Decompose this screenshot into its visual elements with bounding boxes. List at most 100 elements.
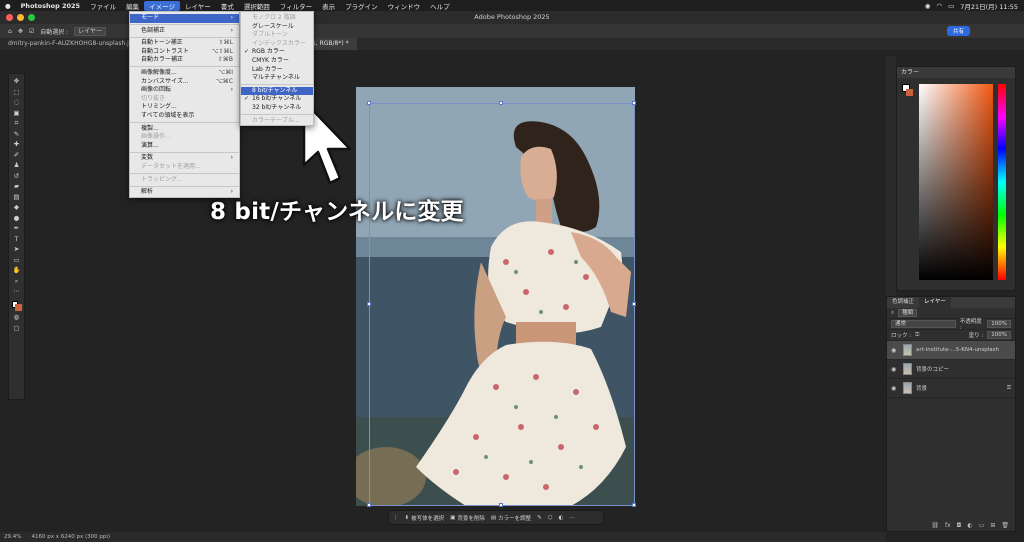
folder-icon[interactable]: ▭ xyxy=(979,522,985,529)
blend-mode-dropdown[interactable]: 通常 xyxy=(891,320,956,328)
fx-icon[interactable]: fx xyxy=(945,522,951,529)
transform-handle-bottom-left[interactable] xyxy=(367,503,371,507)
fill-field[interactable]: 100% xyxy=(987,331,1011,339)
mode-menu-item[interactable]: マルチチャンネル xyxy=(241,74,313,83)
transform-handle-bottom-right[interactable] xyxy=(632,503,636,507)
tab-adjustments[interactable]: 色調補正 xyxy=(887,297,919,308)
record-icon[interactable]: ◉ xyxy=(925,2,931,10)
tab-layers[interactable]: レイヤー xyxy=(919,297,951,308)
layer-filter-dropdown[interactable]: 種類 xyxy=(898,309,918,317)
type-tool-icon[interactable]: T xyxy=(12,235,22,244)
home-icon[interactable]: ⌂ xyxy=(8,28,12,35)
zoom-window-button[interactable] xyxy=(28,14,35,21)
image-menu-item[interactable]: 色調補正 › xyxy=(130,27,239,36)
transform-handle-top-left[interactable] xyxy=(367,101,371,105)
image-menu-item[interactable]: 演算... xyxy=(130,142,239,151)
eyedropper-icon[interactable]: ✎ xyxy=(12,130,22,139)
layer-row-background[interactable]: ◉ 背景 ⚿ xyxy=(887,379,1015,398)
mode-menu-item[interactable]: ✓ 16 bit/チャンネル xyxy=(241,95,313,104)
move-tool-icon[interactable]: ✥ xyxy=(12,77,22,86)
lasso-tool-icon[interactable]: ◌ xyxy=(12,98,22,107)
stamp-tool-icon[interactable]: ♟ xyxy=(12,161,22,170)
screen-mode-icon[interactable]: ▢ xyxy=(12,324,22,333)
menu-select[interactable]: 選択範囲 xyxy=(239,1,275,11)
mask-icon[interactable]: ◘ xyxy=(957,522,962,529)
menu-view[interactable]: 表示 xyxy=(317,1,340,11)
image-menu-item[interactable]: カンバスサイズ... ⌥⌘C xyxy=(130,78,239,87)
hue-slider[interactable] xyxy=(998,84,1006,280)
transform-handle-left[interactable] xyxy=(367,302,371,306)
transform-bounding-box[interactable] xyxy=(369,103,635,506)
image-menu-item[interactable]: 自動カラー補正 ⇧⌘B xyxy=(130,56,239,65)
marquee-tool-icon[interactable]: ⬚ xyxy=(12,88,22,97)
brush-tool-icon[interactable]: ✐ xyxy=(12,151,22,160)
mode-menu-item[interactable]: 32 bit/チャンネル xyxy=(241,104,313,113)
wifi-icon[interactable]: ◠ xyxy=(936,2,942,10)
transform-handle-top-right[interactable] xyxy=(632,101,636,105)
close-window-button[interactable] xyxy=(6,14,13,21)
tab-unsplash-jpg[interactable]: dmitry-pankin-F-AUZKHOHG8-unsplash.jpg xyxy=(0,38,144,50)
brush-icon[interactable]: ✎ xyxy=(537,515,542,521)
blur-tool-icon[interactable]: ◆ xyxy=(12,203,22,212)
more-icon[interactable]: ⋯ xyxy=(569,515,575,521)
transform-handle-bottom[interactable] xyxy=(499,503,503,507)
auto-select-dropdown[interactable]: レイヤー xyxy=(74,26,106,36)
quick-mask-icon[interactable]: ◍ xyxy=(12,313,22,322)
image-menu-item[interactable]: モード › xyxy=(130,14,239,23)
eye-icon[interactable]: ◉ xyxy=(891,366,899,373)
menu-help[interactable]: ヘルプ xyxy=(425,1,455,11)
mode-menu-item[interactable]: 8 bit/チャンネル xyxy=(241,86,313,96)
lock-icon[interactable]: ⚿ xyxy=(915,332,919,339)
image-menu-item[interactable]: 画像解像度... ⌥⌘I xyxy=(130,69,239,78)
color-swatch-icon[interactable] xyxy=(11,298,22,312)
half-circle-icon[interactable]: ◐ xyxy=(558,515,563,521)
new-layer-icon[interactable]: ⊞ xyxy=(990,522,995,529)
move-tool-icon[interactable]: ✥ xyxy=(18,28,23,35)
image-menu-item[interactable]: トリミング... xyxy=(130,103,239,112)
hand-tool-icon[interactable]: ✋ xyxy=(12,266,22,275)
menu-plugins[interactable]: プラグイン xyxy=(340,1,383,11)
menu-filter[interactable]: フィルター xyxy=(275,1,317,11)
adjustment-icon[interactable]: ◐ xyxy=(967,522,972,529)
mode-menu-item[interactable]: CMYK カラー xyxy=(241,57,313,66)
gradient-tool-icon[interactable]: ▤ xyxy=(12,193,22,202)
more-tools-icon[interactable]: ⋯ xyxy=(12,287,22,296)
fg-bg-swatch[interactable] xyxy=(902,84,913,96)
menu-image[interactable]: イメージ xyxy=(144,0,180,11)
menu-edit[interactable]: 編集 xyxy=(121,1,144,11)
eye-icon[interactable]: ◉ xyxy=(891,385,899,392)
transform-handle-right[interactable] xyxy=(632,302,636,306)
pen-tool-icon[interactable]: ✒ xyxy=(12,224,22,233)
minimize-window-button[interactable] xyxy=(17,14,24,21)
mode-menu-item[interactable]: Lab カラー xyxy=(241,66,313,75)
image-menu-item[interactable]: 画像の回転 › xyxy=(130,86,239,95)
zoom-tool-icon[interactable]: ⌕ xyxy=(12,277,22,286)
trash-icon[interactable]: 🗑 xyxy=(1001,522,1009,529)
image-menu-item[interactable]: すべての領域を表示 xyxy=(130,112,239,121)
path-select-icon[interactable]: ➤ xyxy=(12,245,22,254)
zoom-level[interactable]: 29.4% xyxy=(4,534,21,540)
layer-row-art-institute[interactable]: ◉ art-institute-...5-KN4-unsplash xyxy=(887,341,1015,360)
eraser-icon[interactable]: ▰ xyxy=(12,182,22,191)
menu-type[interactable]: 書式 xyxy=(216,1,239,11)
transform-handle-top[interactable] xyxy=(499,101,503,105)
remove-background-button[interactable]: ▣ 背景を削除 xyxy=(450,514,485,522)
menu-file[interactable]: ファイル xyxy=(85,1,121,11)
shape-tool-icon[interactable]: ▭ xyxy=(12,256,22,265)
color-field[interactable] xyxy=(919,84,993,280)
crop-tool-icon[interactable]: ⌗ xyxy=(12,119,22,128)
adjust-color-button[interactable]: ▤ カラーを調整 xyxy=(491,514,531,522)
battery-icon[interactable]: ▭ xyxy=(948,2,954,10)
drag-handle-icon[interactable]: ⋮ xyxy=(393,515,399,521)
image-menu-item[interactable]: 複製... xyxy=(130,125,239,134)
layer-row-background-copy[interactable]: ◉ 背景のコピー xyxy=(887,360,1015,379)
apple-icon[interactable]: ● xyxy=(0,2,16,10)
select-subject-button[interactable]: ⬇ 被写体を選択 xyxy=(405,514,445,522)
share-button[interactable]: 共有 xyxy=(946,26,970,36)
image-menu-item[interactable]: 変数 › xyxy=(130,154,239,163)
app-menu[interactable]: Photoshop 2025 xyxy=(16,2,85,10)
object-select-icon[interactable]: ▣ xyxy=(12,109,22,118)
auto-select-checkbox[interactable]: ☑ xyxy=(29,28,34,35)
transform-icon[interactable]: ⬡ xyxy=(548,515,553,521)
color-panel-title[interactable]: カラー xyxy=(897,67,1015,78)
